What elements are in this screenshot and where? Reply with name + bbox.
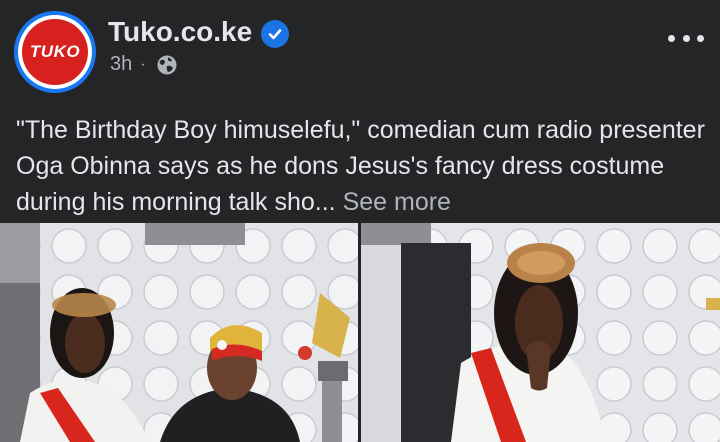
page-name-link[interactable]: Tuko.co.ke [108,16,252,48]
meta-separator: · [140,55,146,73]
tuko-logo: TUKO [22,19,88,85]
page-avatar[interactable]: TUKO [14,11,96,93]
globe-icon[interactable] [156,54,178,76]
post-header: TUKO Tuko.co.ke 3h · [0,0,720,100]
post-meta: 3h · [110,53,178,76]
post-caption: "The Birthday Boy himuselefu," comedian … [16,112,706,220]
photo-right[interactable] [361,223,720,442]
more-options-icon[interactable] [668,24,704,52]
post-timestamp[interactable]: 3h [110,53,132,76]
verified-badge-icon [261,20,289,48]
photo-left[interactable] [0,223,358,442]
see-more-link[interactable]: See more [343,188,451,216]
post-photos[interactable] [0,223,720,442]
